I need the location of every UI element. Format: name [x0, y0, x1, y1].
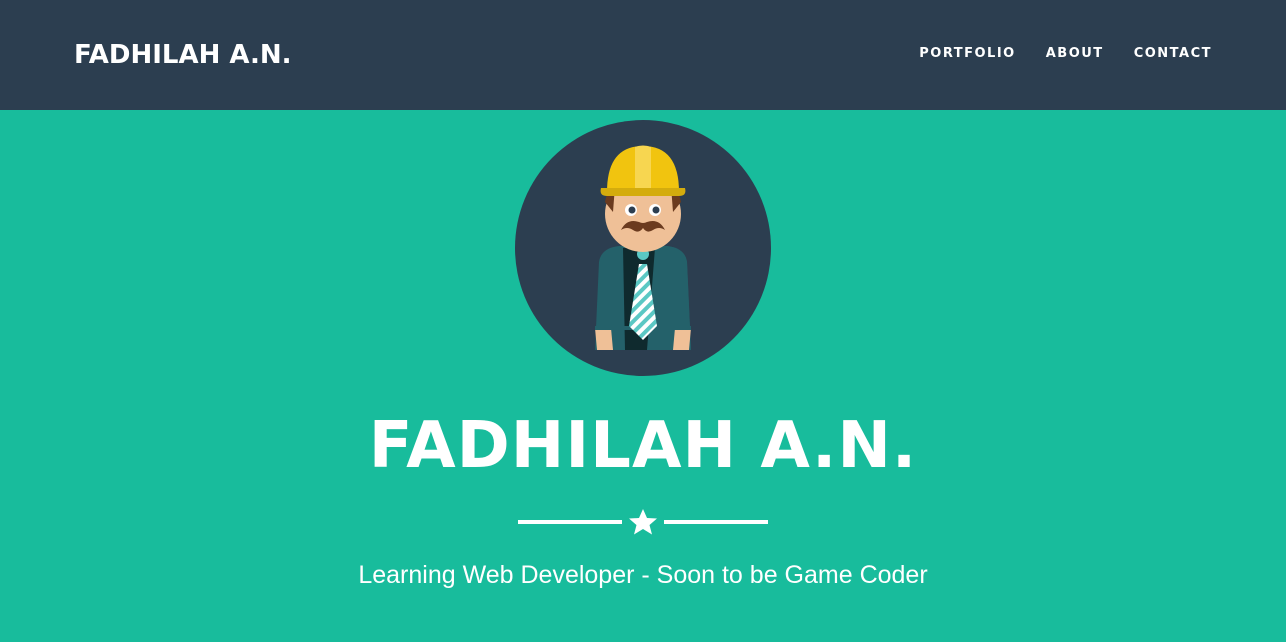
- navbar: FADHILAH A.N. PORTFOLIO ABOUT CONTACT: [0, 0, 1286, 110]
- profile-avatar: [515, 120, 771, 376]
- divider-line-left: [518, 520, 622, 524]
- page-title: FADHILAH A.N.: [368, 409, 918, 483]
- nav-item-portfolio[interactable]: PORTFOLIO: [919, 46, 1015, 61]
- star-icon: [629, 509, 657, 535]
- divider-line-right: [664, 520, 768, 524]
- star-divider: [518, 509, 768, 535]
- nav-menu: PORTFOLIO ABOUT CONTACT: [889, 46, 1212, 61]
- nav-item-about[interactable]: ABOUT: [1046, 46, 1104, 61]
- brand-link[interactable]: FADHILAH A.N.: [74, 40, 292, 70]
- intro-header: FADHILAH A.N. Learning Web Developer - S…: [0, 110, 1286, 642]
- nav-item-contact[interactable]: CONTACT: [1134, 46, 1212, 61]
- tagline: Learning Web Developer - Soon to be Game…: [358, 561, 928, 589]
